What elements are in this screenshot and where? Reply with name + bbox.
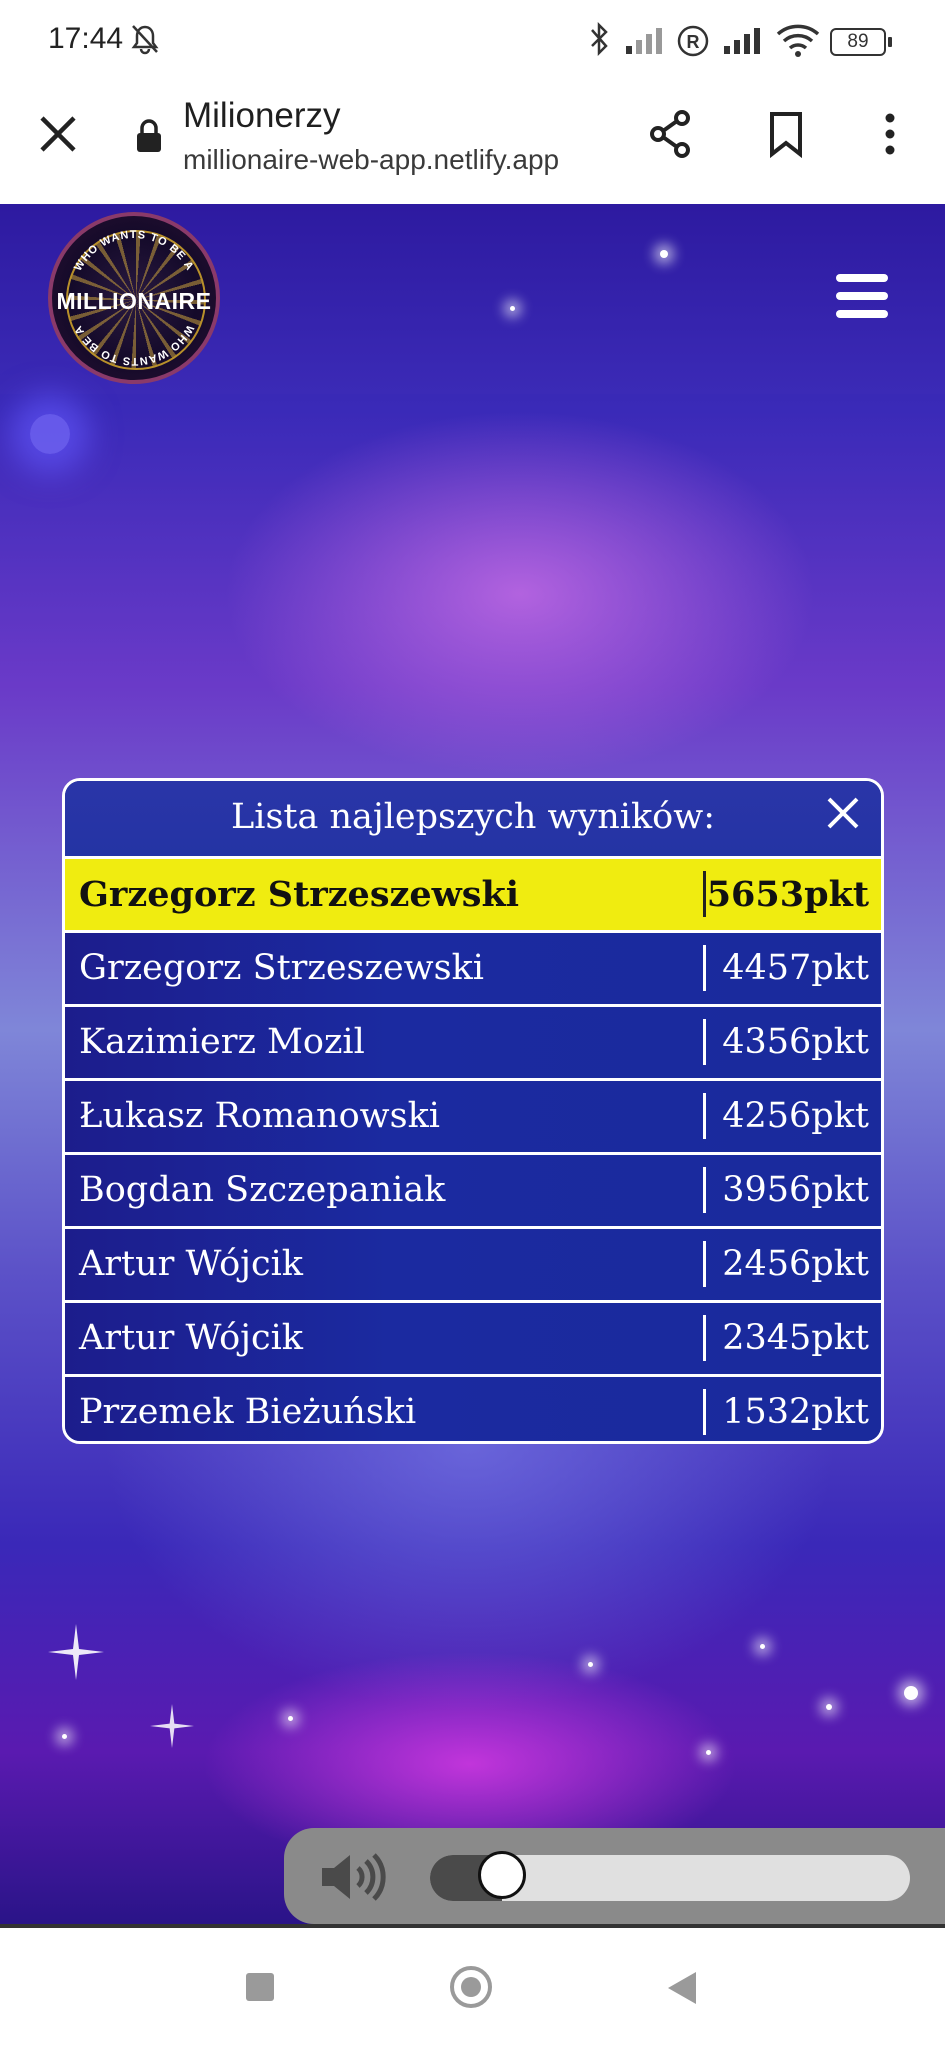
player-score: 3956pkt <box>722 1170 869 1210</box>
volume-slider-knob[interactable] <box>478 1851 526 1899</box>
wifi-icon <box>776 24 820 57</box>
bell-off-icon <box>131 25 159 55</box>
svg-text:R: R <box>687 32 700 52</box>
player-score: 2345pkt <box>722 1318 869 1358</box>
sparkle-icon <box>150 1704 194 1748</box>
player-score: 4356pkt <box>722 1022 869 1062</box>
player-name: Kazimierz Mozil <box>79 1022 365 1062</box>
status-time: 17:44 <box>48 22 124 55</box>
leaderboard-row: Kazimierz Mozil 4356pkt <box>65 1004 881 1078</box>
player-name: Bogdan Szczepaniak <box>79 1170 446 1210</box>
player-name: Grzegorz Strzeszewski <box>79 874 520 915</box>
player-name: Artur Wójcik <box>79 1244 303 1284</box>
battery-icon: 89 <box>830 28 892 56</box>
logo-arc-top: WHO WANTS TO BE A <box>72 229 195 273</box>
star-decoration <box>760 1644 765 1649</box>
star-decoration <box>826 1704 832 1710</box>
signal-weak-icon <box>626 28 662 54</box>
svg-text:WHO WANTS TO BE A: WHO WANTS TO BE A <box>72 323 196 367</box>
star-decoration <box>660 250 668 258</box>
leaderboard-row: Grzegorz Strzeszewski 4457pkt <box>65 930 881 1004</box>
system-nav-bar <box>0 1928 945 2048</box>
more-vert-icon[interactable] <box>872 108 908 160</box>
leaderboard-title: Lista najlepszych wyników: <box>231 797 715 837</box>
bluetooth-icon <box>591 21 608 57</box>
page-url[interactable]: millionaire-web-app.netlify.app <box>183 144 559 176</box>
row-separator <box>703 871 706 917</box>
row-separator <box>703 1389 706 1435</box>
browser-toolbar: Milionerzy millionaire-web-app.netlify.a… <box>0 82 945 204</box>
player-score: 2456pkt <box>722 1244 869 1284</box>
leaderboard-row: Artur Wójcik 2345pkt <box>65 1300 881 1374</box>
row-separator <box>703 945 706 991</box>
battery-level: 89 <box>847 31 869 52</box>
star-decoration <box>62 1734 67 1739</box>
sparkle-icon <box>48 1624 104 1680</box>
player-score: 5653pkt <box>706 874 869 915</box>
logo-main-text: MILLIONAIRE <box>56 288 212 314</box>
leaderboard-panel: Lista najlepszych wyników: Grzegorz Strz… <box>62 778 884 1444</box>
recents-square-icon[interactable] <box>246 1973 274 2001</box>
roaming-icon: R <box>677 25 709 57</box>
star-decoration <box>706 1750 711 1755</box>
player-score: 4457pkt <box>722 948 869 988</box>
volume-slider[interactable] <box>430 1851 910 1901</box>
logo-arc-bottom: WHO WANTS TO BE A <box>72 323 195 367</box>
star-decoration <box>904 1686 918 1700</box>
player-name: Artur Wójcik <box>79 1318 303 1358</box>
leaderboard-row: Bogdan Szczepaniak 3956pkt <box>65 1152 881 1226</box>
speaker-volume-icon[interactable] <box>318 1852 398 1902</box>
leaderboard-row: Grzegorz Strzeszewski 5653pkt <box>65 856 881 930</box>
leaderboard-row: Przemek Bieżuński 1532pkt <box>65 1374 881 1441</box>
page-title: Milionerzy <box>183 96 341 135</box>
star-decoration <box>588 1662 593 1667</box>
leaderboard-header: Lista najlepszych wyników: <box>65 781 881 856</box>
star-decoration <box>510 306 515 311</box>
millionaire-logo[interactable]: WHO WANTS TO BE A WHO WANTS TO BE A MILL… <box>48 212 220 384</box>
home-circle-icon[interactable] <box>450 1966 492 2008</box>
player-name: Łukasz Romanowski <box>79 1096 440 1136</box>
player-score: 1532pkt <box>722 1392 869 1432</box>
leaderboard-row: Łukasz Romanowski 4256pkt <box>65 1078 881 1152</box>
audio-control <box>284 1828 945 1924</box>
star-decoration <box>288 1716 293 1721</box>
row-separator <box>703 1241 706 1287</box>
close-icon[interactable] <box>36 112 80 156</box>
signal-icon <box>724 28 760 54</box>
player-score: 4256pkt <box>722 1096 869 1136</box>
hamburger-menu-icon[interactable] <box>836 274 888 318</box>
row-separator <box>703 1167 706 1213</box>
share-icon[interactable] <box>646 108 694 160</box>
row-separator <box>703 1315 706 1361</box>
leaderboard-row: Artur Wójcik 2456pkt <box>65 1226 881 1300</box>
status-bar: 17:44 R 89 <box>0 0 945 82</box>
player-name: Przemek Bieżuński <box>79 1392 417 1432</box>
player-name: Grzegorz Strzeszewski <box>79 948 484 988</box>
svg-text:WHO WANTS TO BE A: WHO WANTS TO BE A <box>72 229 196 273</box>
leaderboard-list: Grzegorz Strzeszewski 5653pkt Grzegorz Str… <box>65 856 881 1441</box>
game-area: WHO WANTS TO BE A WHO WANTS TO BE A MILL… <box>0 204 945 1924</box>
back-triangle-icon[interactable] <box>668 1972 696 2004</box>
lock-icon[interactable] <box>135 118 163 154</box>
glow-decoration <box>30 414 70 454</box>
bookmark-icon[interactable] <box>766 108 806 160</box>
close-icon[interactable] <box>825 795 861 831</box>
row-separator <box>703 1093 706 1139</box>
row-separator <box>703 1019 706 1065</box>
